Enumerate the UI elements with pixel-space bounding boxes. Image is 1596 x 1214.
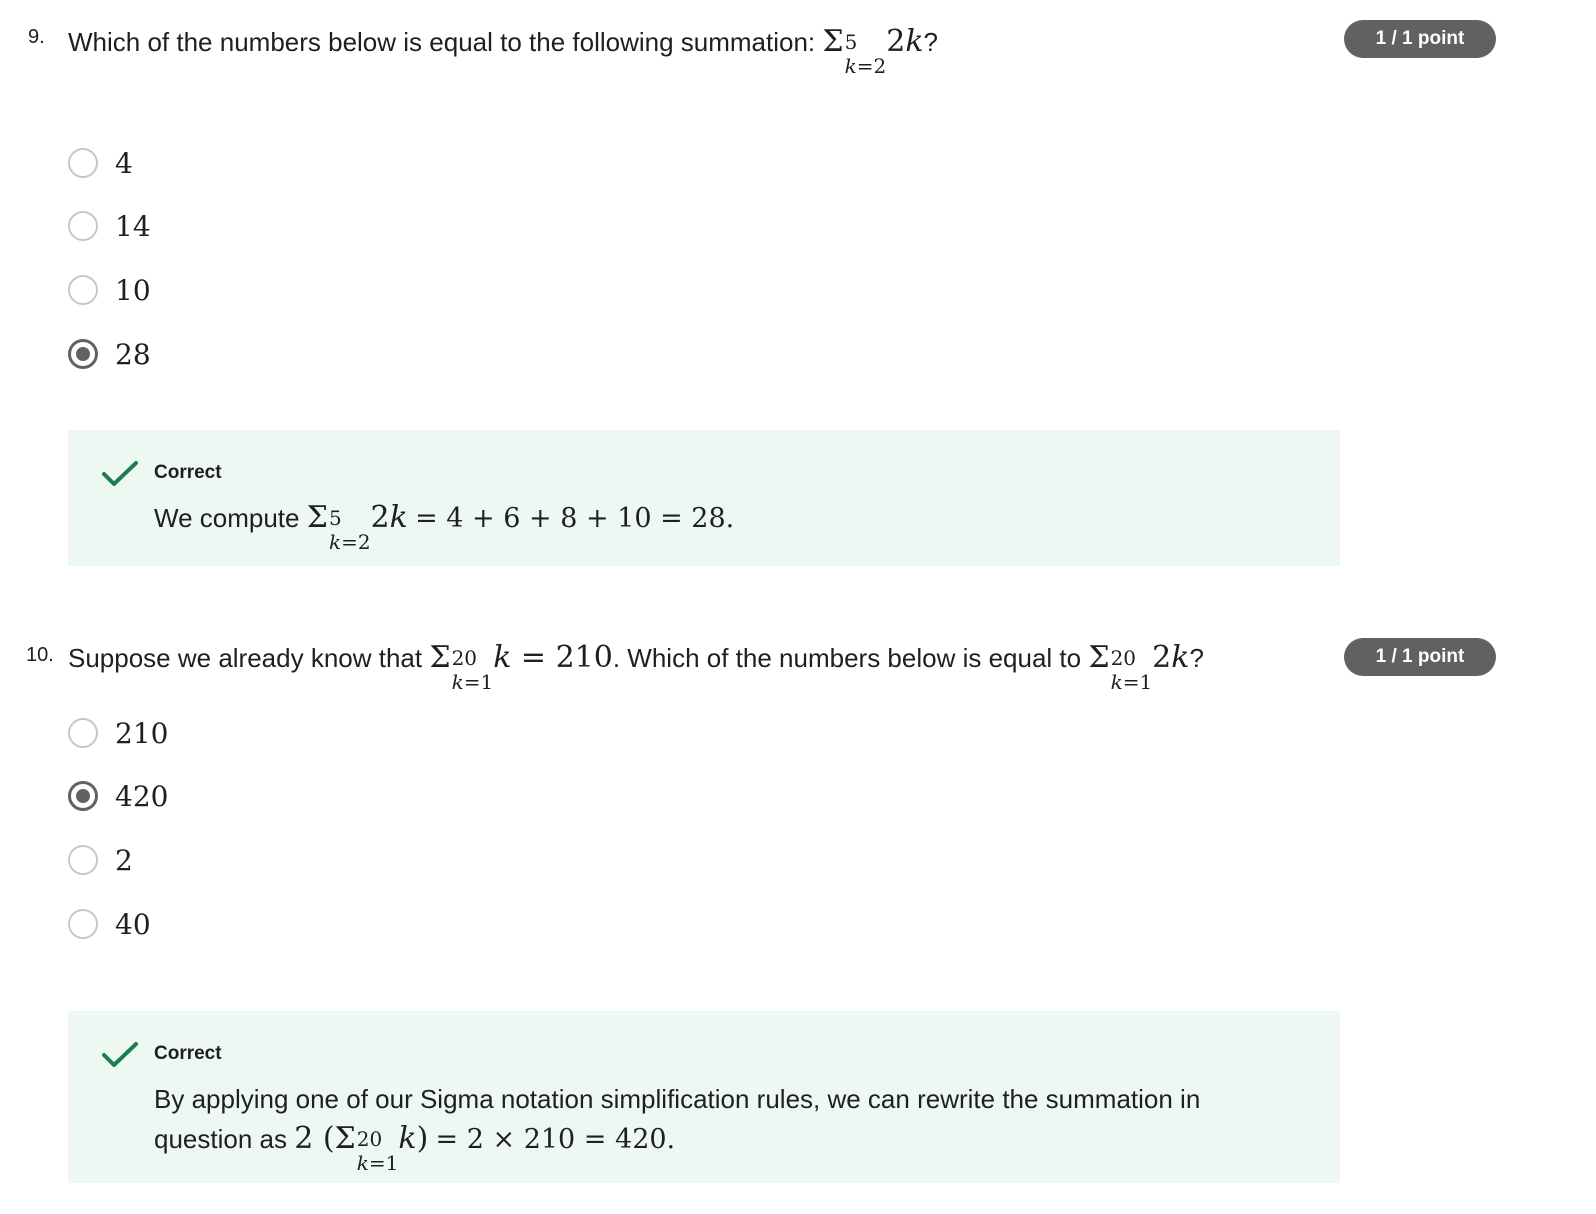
- option-label: 10: [115, 273, 151, 307]
- option-2[interactable]: 2: [68, 840, 133, 880]
- option-label: 4: [115, 146, 133, 180]
- feedback-result: = 2 × 210 = 420.: [435, 1124, 676, 1155]
- question-number: 10.: [26, 644, 54, 666]
- option-label: 420: [115, 779, 169, 813]
- radio-button-icon[interactable]: [68, 845, 98, 875]
- feedback-panel: Correct We compute Σ 5 k=2 2k = 4 + 6 + 8 +…: [68, 430, 1340, 566]
- question-prompt-text: Suppose we already know that: [68, 643, 423, 673]
- feedback-expression: 2 (Σ 20 k=1 k): [294, 1121, 429, 1175]
- option-label: 14: [115, 209, 151, 243]
- radio-button-icon[interactable]: [68, 275, 98, 305]
- option-14[interactable]: 14: [68, 206, 151, 246]
- feedback-title: Correct: [154, 1043, 222, 1064]
- option-28[interactable]: 28: [68, 334, 151, 374]
- question-prompt-text: Which of the numbers below is equal to t…: [68, 27, 816, 57]
- feedback-text: By applying one of our Sigma notation si…: [154, 1079, 1294, 1175]
- radio-button-icon[interactable]: [68, 211, 98, 241]
- question-prompt: Which of the numbers below is equal to t…: [68, 24, 938, 78]
- question-number: 9.: [28, 26, 45, 48]
- option-label: 210: [115, 716, 169, 750]
- option-label: 2: [115, 843, 133, 877]
- feedback-text: We compute Σ 5 k=2 2k = 4 + 6 + 8 + 10 = 28…: [154, 498, 735, 554]
- target-expression: Σ 20 k=1 2k: [1088, 640, 1190, 694]
- option-label: 28: [115, 337, 151, 371]
- points-badge: 1 / 1 point: [1344, 638, 1496, 676]
- feedback-expression: Σ 5 k=2 2k: [306, 500, 408, 554]
- question-prompt-middle: . Which of the numbers below is equal to: [612, 643, 1082, 673]
- question-prompt: Suppose we already know that Σ 20 k=1 k = 2…: [68, 640, 1204, 694]
- option-10[interactable]: 10: [68, 270, 151, 310]
- feedback-panel: Correct By applying one of our Sigma not…: [68, 1011, 1340, 1183]
- summation-expression: Σ 20 k=1 k = 210: [429, 640, 613, 694]
- feedback-result: = 4 + 6 + 8 + 10 = 28.: [415, 503, 735, 534]
- summation-expression: Σ 5 k=2 2k: [822, 24, 924, 78]
- radio-button-selected-icon[interactable]: [68, 339, 98, 369]
- radio-button-icon[interactable]: [68, 909, 98, 939]
- radio-button-icon[interactable]: [68, 148, 98, 178]
- radio-button-selected-icon[interactable]: [68, 781, 98, 811]
- points-badge: 1 / 1 point: [1344, 20, 1496, 58]
- option-210[interactable]: 210: [68, 713, 168, 753]
- radio-button-icon[interactable]: [68, 718, 98, 748]
- checkmark-icon: [102, 461, 138, 486]
- checkmark-icon: [102, 1042, 138, 1067]
- option-4[interactable]: 4: [68, 143, 133, 183]
- option-420[interactable]: 420: [68, 776, 168, 816]
- feedback-text-prefix: We compute: [154, 503, 300, 533]
- feedback-title: Correct: [154, 462, 222, 483]
- given-value: = 210: [520, 640, 613, 675]
- option-40[interactable]: 40: [68, 904, 151, 944]
- option-label: 40: [115, 907, 151, 941]
